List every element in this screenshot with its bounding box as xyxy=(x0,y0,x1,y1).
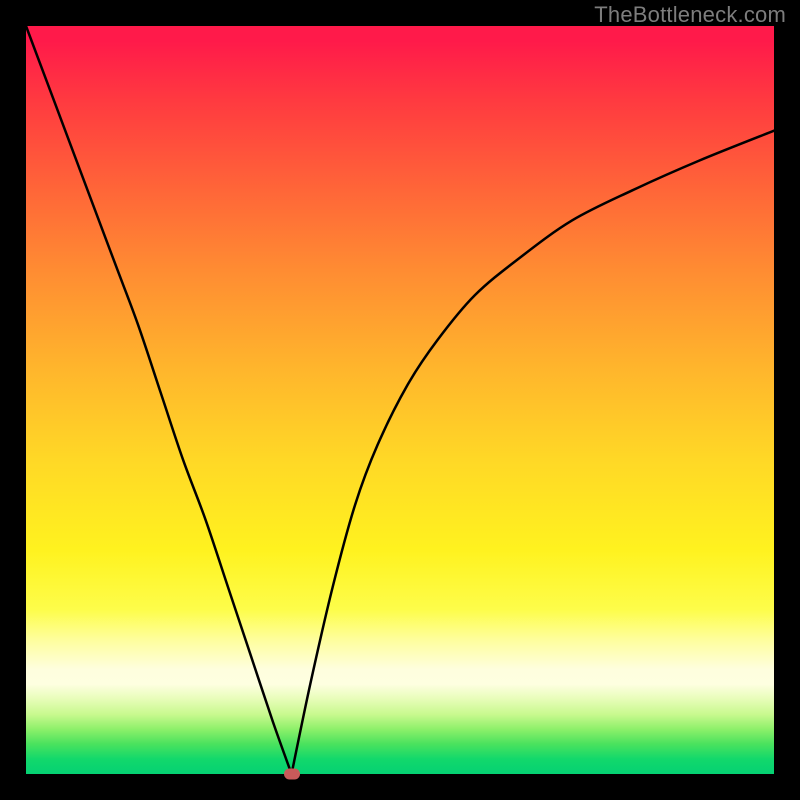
curve-svg xyxy=(26,26,774,774)
right-curve-line xyxy=(292,131,774,774)
plot-area xyxy=(26,26,774,774)
left-curve-line xyxy=(26,26,292,774)
min-point-marker xyxy=(284,769,300,780)
watermark-text: TheBottleneck.com xyxy=(594,2,786,28)
